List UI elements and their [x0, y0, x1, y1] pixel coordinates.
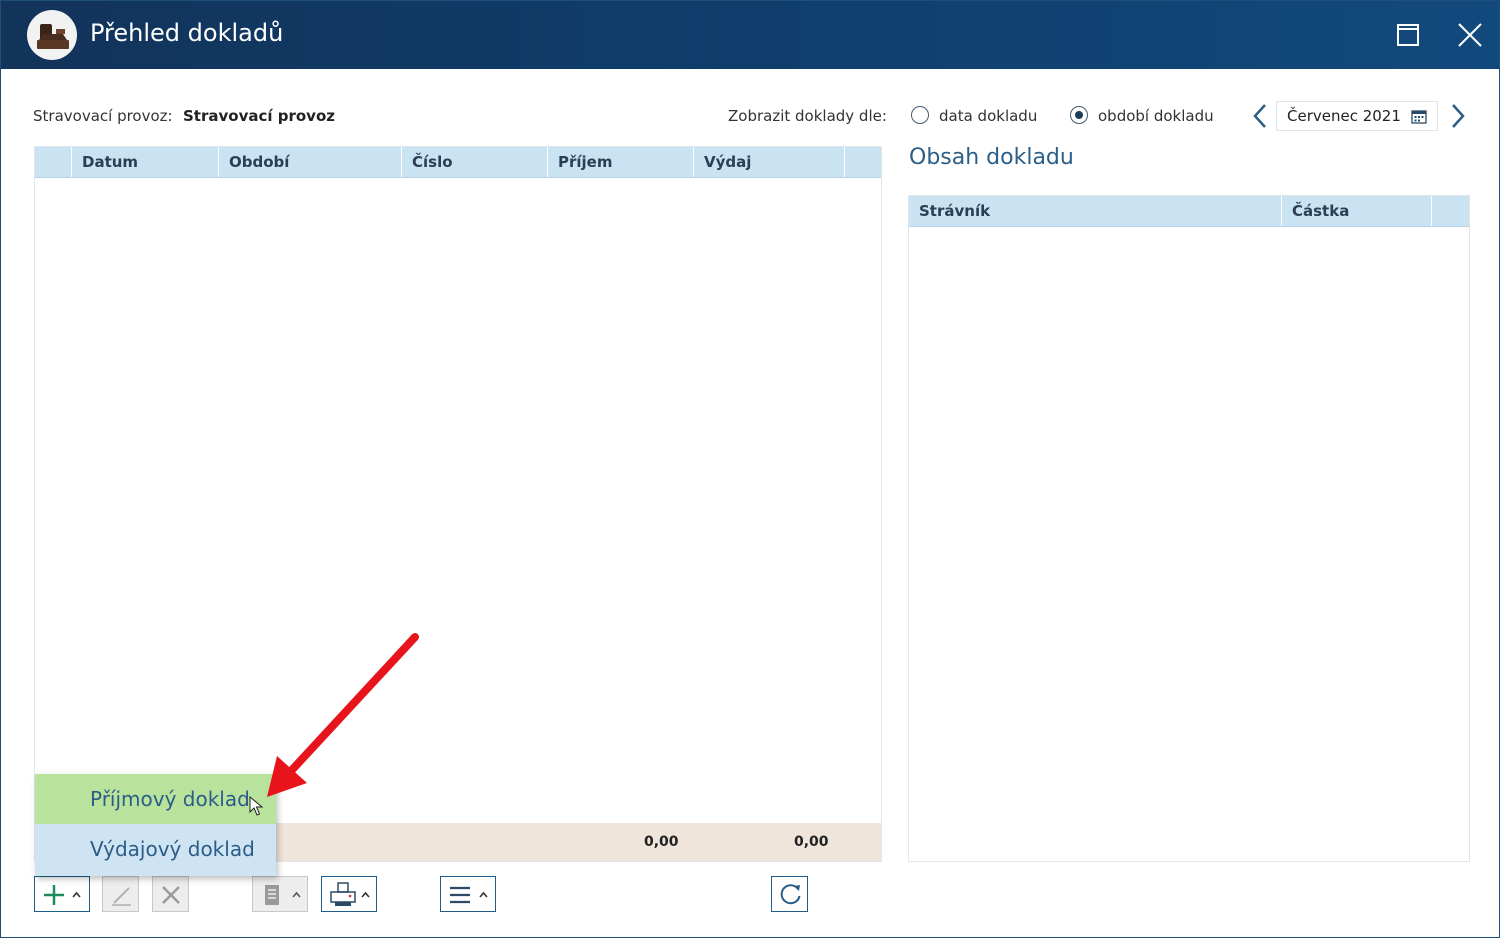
- annotation-arrow-icon: [267, 633, 419, 797]
- document-overview-window: Přehled dokladů Stravovací provoz: Strav…: [0, 0, 1500, 938]
